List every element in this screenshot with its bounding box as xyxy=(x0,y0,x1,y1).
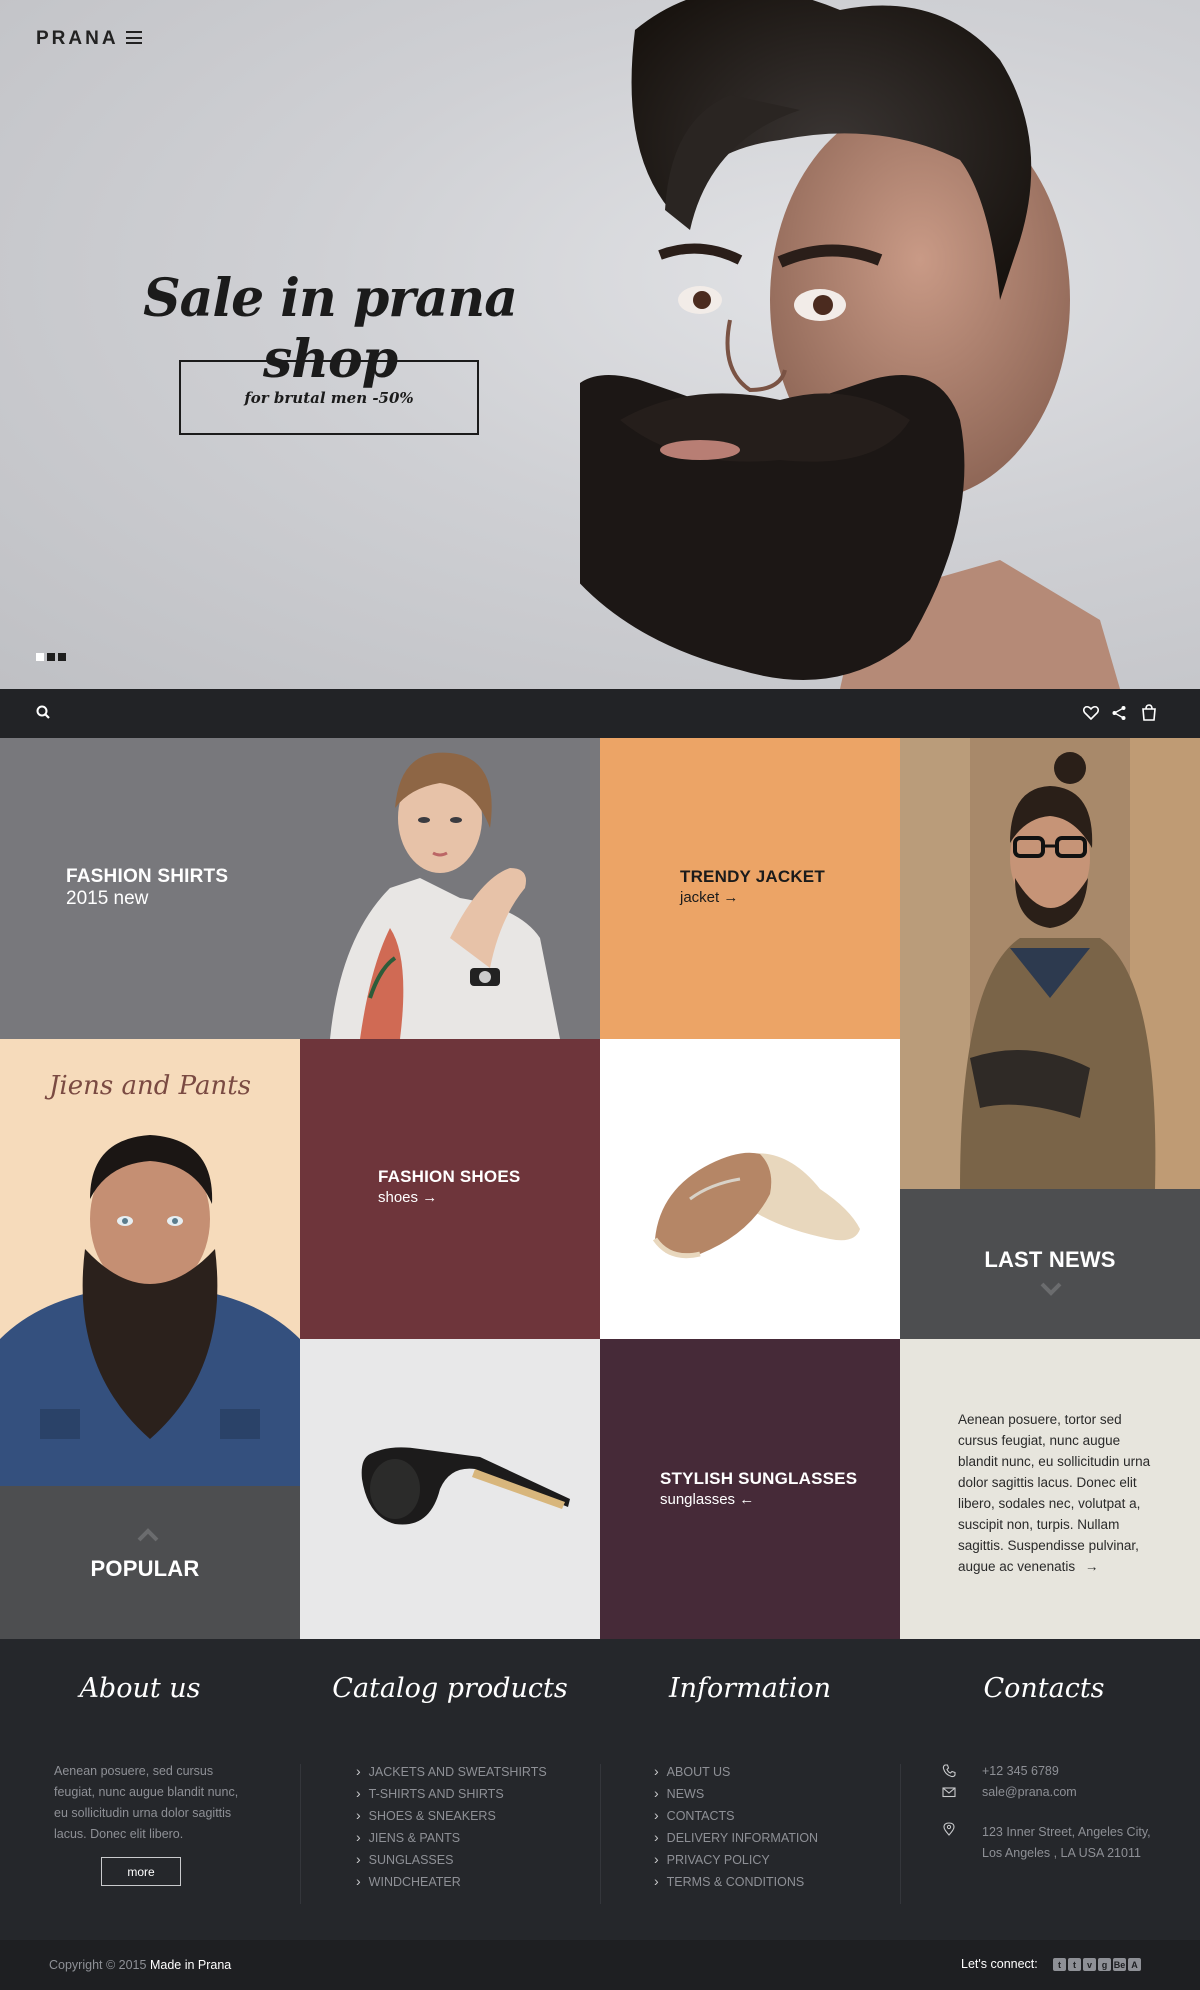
vimeo-icon[interactable]: v xyxy=(1083,1958,1096,1971)
sunglasses-image xyxy=(361,1447,570,1525)
tile-jiens-pants[interactable]: Jiens and Pants xyxy=(0,1039,300,1486)
bearded-man-denim-image xyxy=(0,1135,300,1486)
tile-fashion-shirts[interactable]: FASHION SHIRTS 2015 new xyxy=(0,738,600,1039)
footer-heading: Catalog products xyxy=(332,1673,568,1704)
tile-title: FASHION SHIRTS xyxy=(66,866,229,887)
tile-popular[interactable]: POPULAR xyxy=(0,1486,300,1639)
footer-heading: About us xyxy=(79,1673,201,1704)
copyright: Copyright © 2015 Made in Prana xyxy=(49,1958,231,1972)
hamburger-icon[interactable] xyxy=(126,31,142,44)
footer-catalog: Catalog products JACKETS AND SWEATSHIRTS… xyxy=(300,1639,600,1940)
catalog-list: JACKETS AND SWEATSHIRTS T-SHIRTS AND SHI… xyxy=(356,1761,547,1893)
tile-script-title: Jiens and Pants xyxy=(49,1071,251,1101)
tile-shoes-image[interactable] xyxy=(600,1039,900,1339)
tile-link[interactable]: shoes → xyxy=(378,1189,520,1206)
tumblr-icon[interactable]: t xyxy=(1053,1958,1066,1971)
bottom-bar: Copyright © 2015 Made in Prana Let's con… xyxy=(0,1940,1200,1990)
hero-cta-button[interactable]: for brutal men -50% xyxy=(179,360,479,435)
chevron-down-icon[interactable] xyxy=(1040,1282,1062,1296)
tile-title: FASHION SHOES xyxy=(378,1167,521,1186)
read-more-arrow[interactable]: → xyxy=(1085,1559,1099,1574)
tile-trendy-jacket[interactable]: TRENDY JACKET jacket → xyxy=(600,738,900,1039)
footer-information: Information ABOUT US NEWS CONTACTS DELIV… xyxy=(600,1639,900,1940)
heart-icon[interactable] xyxy=(1081,703,1101,723)
tile-subtitle: 2015 new xyxy=(66,888,149,909)
tile-news-text: Aenean posuere, tortor sed cursus feugia… xyxy=(900,1339,1200,1639)
location-pin-icon xyxy=(943,1822,955,1836)
footer-contacts: Contacts +12 345 6789 sale@prana.com 123… xyxy=(900,1639,1200,1940)
social-links: t t v g Be A xyxy=(1053,1958,1141,1971)
information-link[interactable]: PRIVACY POLICY xyxy=(654,1849,818,1871)
tile-last-news[interactable]: LAST NEWS xyxy=(900,1189,1200,1339)
catalog-link[interactable]: JACKETS AND SWEATSHIRTS xyxy=(356,1761,547,1783)
made-in-link[interactable]: Made in Prana xyxy=(150,1958,231,1972)
slider-pagination xyxy=(36,653,66,661)
slider-dot-1[interactable] xyxy=(36,653,44,661)
tile-man-jacket-image[interactable] xyxy=(900,738,1200,1189)
tile-link[interactable]: jacket → xyxy=(680,889,825,906)
information-link[interactable]: TERMS & CONDITIONS xyxy=(654,1871,818,1893)
search-icon[interactable] xyxy=(34,703,54,723)
hero-banner: PRANA Sale in prana shop for brutal men … xyxy=(0,0,1200,689)
share-icon[interactable] xyxy=(1109,703,1129,723)
envelope-icon xyxy=(942,1787,956,1798)
about-text: Aenean posuere, sed cursus feugiat, nunc… xyxy=(54,1764,239,1841)
address-line-2: Los Angeles , LA USA 21011 xyxy=(982,1846,1141,1860)
copyright-text: Copyright © 2015 xyxy=(49,1958,147,1972)
email-address[interactable]: sale@prana.com xyxy=(982,1782,1077,1803)
hero-bearded-man-image xyxy=(580,0,1120,689)
app-store-icon[interactable]: A xyxy=(1128,1958,1141,1971)
tile-fashion-shoes[interactable]: FASHION SHOES shoes → xyxy=(300,1039,600,1339)
twitter-icon[interactable]: t xyxy=(1068,1958,1081,1971)
tile-title: TRENDY JACKET xyxy=(680,867,825,886)
google-plus-icon[interactable]: g xyxy=(1098,1958,1111,1971)
tile-title: LAST NEWS xyxy=(984,1247,1116,1272)
behance-icon[interactable]: Be xyxy=(1113,1958,1126,1971)
bag-icon[interactable] xyxy=(1139,703,1159,723)
catalog-link[interactable]: WINDCHEATER xyxy=(356,1871,547,1893)
phone-number[interactable]: +12 345 6789 xyxy=(982,1761,1059,1782)
catalog-link[interactable]: SUNGLASSES xyxy=(356,1849,547,1871)
chevron-up-icon[interactable] xyxy=(137,1528,159,1542)
news-body: Aenean posuere, tortor sed cursus feugia… xyxy=(958,1412,1151,1574)
tile-title: POPULAR xyxy=(90,1556,200,1581)
address-line-1: 123 Inner Street, Angeles City, xyxy=(982,1825,1151,1839)
information-link[interactable]: CONTACTS xyxy=(654,1805,818,1827)
footer-heading: Information xyxy=(668,1673,832,1704)
logo[interactable]: PRANA xyxy=(36,28,119,50)
connect-label: Let's connect: xyxy=(961,1957,1038,1971)
footer-about: About us Aenean posuere, sed cursus feug… xyxy=(0,1639,300,1940)
phone-icon xyxy=(942,1764,956,1778)
information-link[interactable]: DELIVERY INFORMATION xyxy=(654,1827,818,1849)
man-with-glasses-image xyxy=(900,738,1200,1189)
woman-shirt-image xyxy=(330,752,560,1039)
loafers-image xyxy=(652,1152,860,1259)
tile-title: STYLISH SUNGLASSES xyxy=(660,1469,858,1488)
catalog-link[interactable]: T-SHIRTS AND SHIRTS xyxy=(356,1783,547,1805)
footer: About us Aenean posuere, sed cursus feug… xyxy=(0,1639,1200,1940)
catalog-link[interactable]: JIENS & PANTS xyxy=(356,1827,547,1849)
catalog-link[interactable]: SHOES & SNEAKERS xyxy=(356,1805,547,1827)
information-link[interactable]: NEWS xyxy=(654,1783,818,1805)
tile-link[interactable]: sunglasses ← xyxy=(660,1491,857,1508)
slider-dot-3[interactable] xyxy=(58,653,66,661)
tile-stylish-sunglasses[interactable]: STYLISH SUNGLASSES sunglasses ← xyxy=(600,1339,900,1639)
tile-sunglasses-image[interactable] xyxy=(300,1339,600,1639)
more-button[interactable]: more xyxy=(101,1857,181,1886)
slider-dot-2[interactable] xyxy=(47,653,55,661)
toolbar xyxy=(0,689,1200,738)
footer-heading: Contacts xyxy=(983,1673,1105,1704)
information-link[interactable]: ABOUT US xyxy=(654,1761,818,1783)
information-list: ABOUT US NEWS CONTACTS DELIVERY INFORMAT… xyxy=(654,1761,818,1893)
